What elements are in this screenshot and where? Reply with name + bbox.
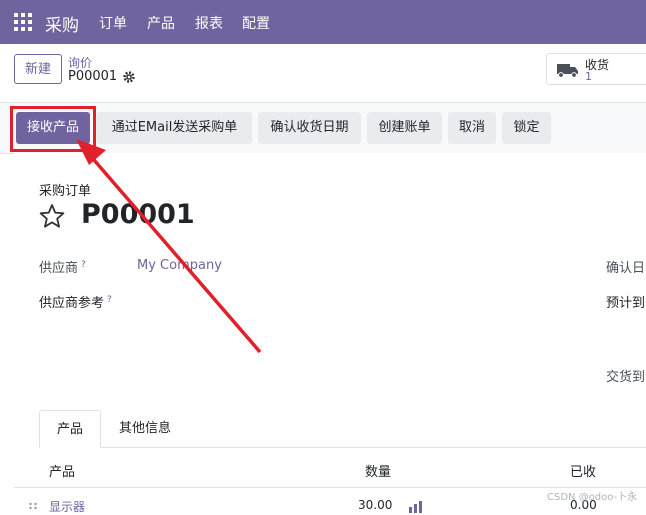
app-name[interactable]: 采购 (45, 11, 79, 36)
menu-configuration[interactable]: 配置 (242, 13, 270, 33)
lock-button[interactable]: 锁定 (502, 112, 551, 144)
tab-products[interactable]: 产品 (39, 410, 101, 448)
truck-icon (557, 64, 578, 78)
receipt-count: 1 (585, 70, 592, 83)
vendor-field[interactable]: My Company (137, 258, 222, 273)
help-icon[interactable]: ? (81, 260, 86, 270)
column-header-product[interactable]: 产品 (49, 461, 75, 480)
gear-icon[interactable] (122, 70, 136, 84)
confirmation-date-label: 确认日 (606, 261, 646, 276)
vendor-reference-label: 供应商参考? (39, 294, 112, 311)
control-panel: 新建 询价 P00001 收货 1 (0, 44, 646, 103)
menu-orders[interactable]: 订单 (99, 13, 127, 33)
tab-other-info[interactable]: 其他信息 (107, 410, 183, 448)
form-sheet: 采购订单 P00001 供应商? My Company 供应商参考? 确认日 预… (14, 153, 646, 514)
menu-reports[interactable]: 报表 (195, 13, 223, 33)
watermark: CSDN @odoo-卜永 (547, 492, 638, 503)
column-header-received[interactable]: 已收 (570, 461, 596, 480)
top-navbar: 采购 订单 产品 报表 配置 (0, 0, 646, 44)
cancel-button[interactable]: 取消 (448, 112, 496, 144)
expected-arrival-label: 预计到 (606, 296, 646, 311)
apps-grid-icon[interactable] (14, 13, 32, 31)
star-icon[interactable] (39, 203, 65, 229)
send-email-button[interactable]: 通过EMail发送采购单 (97, 112, 252, 144)
breadcrumb-current: P00001 (68, 69, 118, 84)
create-bill-button[interactable]: 创建账单 (367, 112, 442, 144)
vendor-label: 供应商? (39, 259, 86, 276)
document-type: 采购订单 (39, 184, 92, 199)
help-icon[interactable]: ? (107, 295, 112, 305)
action-bar: 接收产品 通过EMail发送采购单 确认收货日期 创建账单 取消 锁定 (0, 103, 646, 154)
deliver-to-label: 交货到 (606, 370, 646, 385)
annotation-highlight-box (10, 106, 96, 152)
new-button[interactable]: 新建 (14, 54, 62, 84)
forecast-chart-icon[interactable] (408, 501, 422, 513)
row-quantity: 30.00 (358, 498, 393, 512)
drag-handle-icon[interactable] (28, 502, 38, 512)
receipts-smart-button[interactable]: 收货 1 (546, 53, 646, 85)
menu-products[interactable]: 产品 (147, 13, 175, 33)
order-title: P00001 (81, 199, 195, 230)
confirm-receipt-date-button[interactable]: 确认收货日期 (258, 112, 361, 144)
column-header-quantity[interactable]: 数量 (365, 461, 391, 480)
